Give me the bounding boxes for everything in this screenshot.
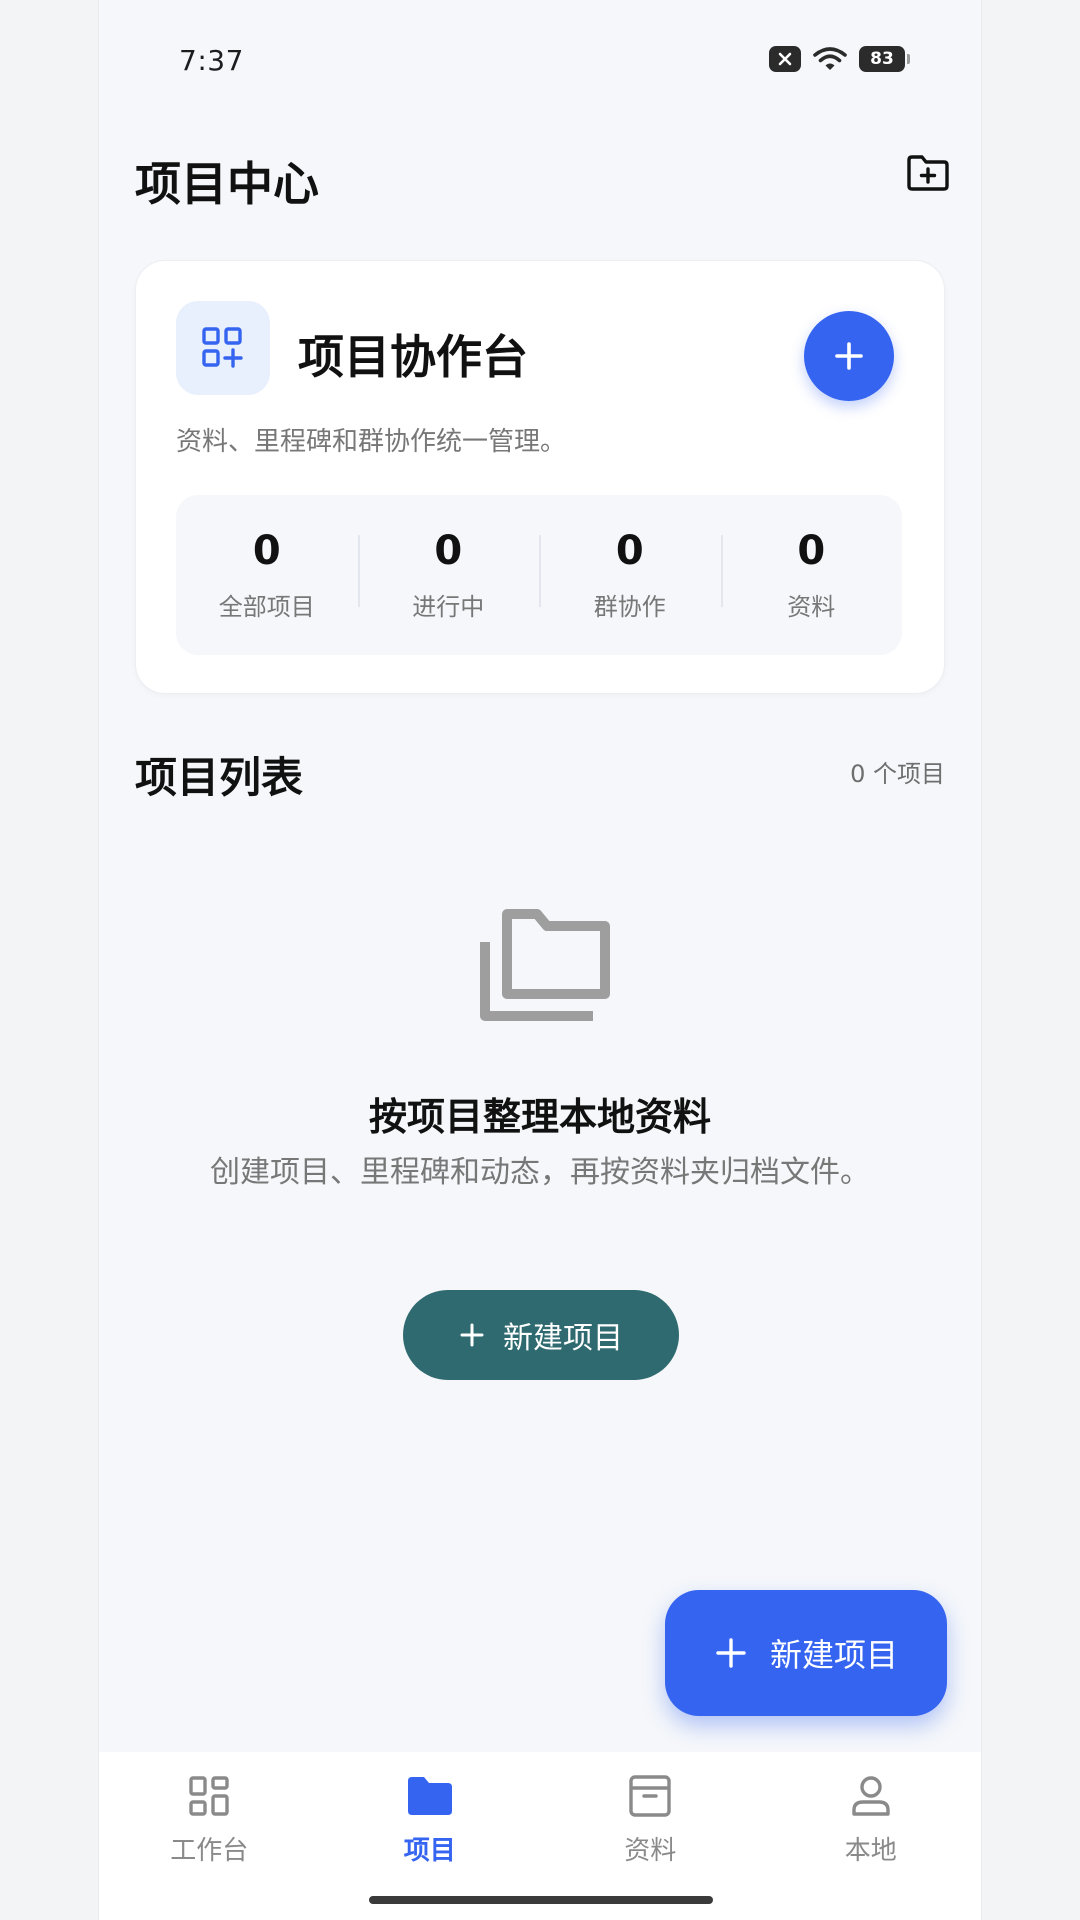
stats-panel: 0 全部项目 0 进行中 0 群协作 0 资料 bbox=[176, 495, 902, 655]
app-screen: 7:37 83 项目中心 项目协作台 资料、里程碑和群协作统一管理。 0 全部项… bbox=[98, 0, 982, 1920]
stat-label: 资料 bbox=[787, 592, 836, 621]
apps-add-icon bbox=[176, 301, 270, 395]
project-workspace-card: 项目协作台 资料、里程碑和群协作统一管理。 0 全部项目 0 进行中 0 群协作… bbox=[135, 260, 945, 694]
page-title: 项目中心 bbox=[135, 157, 319, 211]
plus-icon bbox=[835, 342, 863, 370]
archive-icon bbox=[626, 1772, 674, 1820]
folder-add-icon bbox=[907, 155, 949, 191]
nav-item-projects[interactable]: 项目 bbox=[320, 1752, 541, 1920]
nav-item-workspace[interactable]: 工作台 bbox=[99, 1752, 320, 1920]
bottom-nav: 工作台 项目 资料 本地 bbox=[99, 1752, 981, 1920]
stat-value: 0 bbox=[797, 527, 826, 574]
folders-icon bbox=[480, 909, 610, 1021]
plus-icon bbox=[460, 1323, 484, 1347]
person-icon bbox=[847, 1772, 895, 1820]
empty-state-description: 创建项目、里程碑和动态，再按资料夹归档文件。 bbox=[210, 1155, 870, 1190]
project-count: 0 个项目 bbox=[850, 760, 945, 788]
card-title: 项目协作台 bbox=[298, 330, 528, 384]
stat-materials: 0 资料 bbox=[720, 527, 903, 622]
nav-label: 项目 bbox=[403, 1836, 456, 1866]
stat-label: 全部项目 bbox=[218, 592, 315, 621]
stat-in-progress: 0 进行中 bbox=[357, 527, 540, 622]
create-project-label: 新建项目 bbox=[503, 1321, 623, 1356]
plus-icon bbox=[716, 1638, 746, 1668]
nav-label: 资料 bbox=[624, 1836, 677, 1866]
home-indicator bbox=[369, 1896, 713, 1904]
status-time: 7:37 bbox=[179, 44, 244, 77]
stat-value: 0 bbox=[615, 527, 644, 574]
nav-label: 本地 bbox=[844, 1836, 897, 1866]
add-project-button[interactable] bbox=[804, 311, 894, 401]
stat-value: 0 bbox=[252, 527, 281, 574]
stat-all-projects: 0 全部项目 bbox=[176, 529, 358, 622]
folder-icon bbox=[406, 1772, 454, 1820]
project-list-title: 项目列表 bbox=[135, 753, 304, 802]
stat-value: 0 bbox=[434, 527, 463, 574]
stat-label: 进行中 bbox=[412, 592, 485, 621]
new-project-fab[interactable]: 新建项目 bbox=[665, 1590, 947, 1716]
battery-icon: 83 bbox=[859, 46, 910, 72]
new-folder-button[interactable] bbox=[903, 150, 953, 196]
stat-label: 群协作 bbox=[593, 592, 666, 621]
nav-item-materials[interactable]: 资料 bbox=[540, 1752, 761, 1920]
nav-label: 工作台 bbox=[170, 1836, 249, 1866]
wifi-icon bbox=[813, 47, 847, 70]
empty-state-title: 按项目整理本地资料 bbox=[368, 1095, 711, 1139]
fab-label: 新建项目 bbox=[769, 1636, 898, 1674]
create-project-button[interactable]: 新建项目 bbox=[403, 1290, 679, 1380]
notification-off-icon bbox=[769, 46, 801, 72]
status-icons: 83 bbox=[769, 46, 910, 72]
stat-group-collab: 0 群协作 bbox=[539, 529, 721, 622]
nav-item-local[interactable]: 本地 bbox=[761, 1752, 982, 1920]
card-subtitle: 资料、里程碑和群协作统一管理。 bbox=[176, 427, 567, 457]
dashboard-icon bbox=[185, 1772, 233, 1820]
